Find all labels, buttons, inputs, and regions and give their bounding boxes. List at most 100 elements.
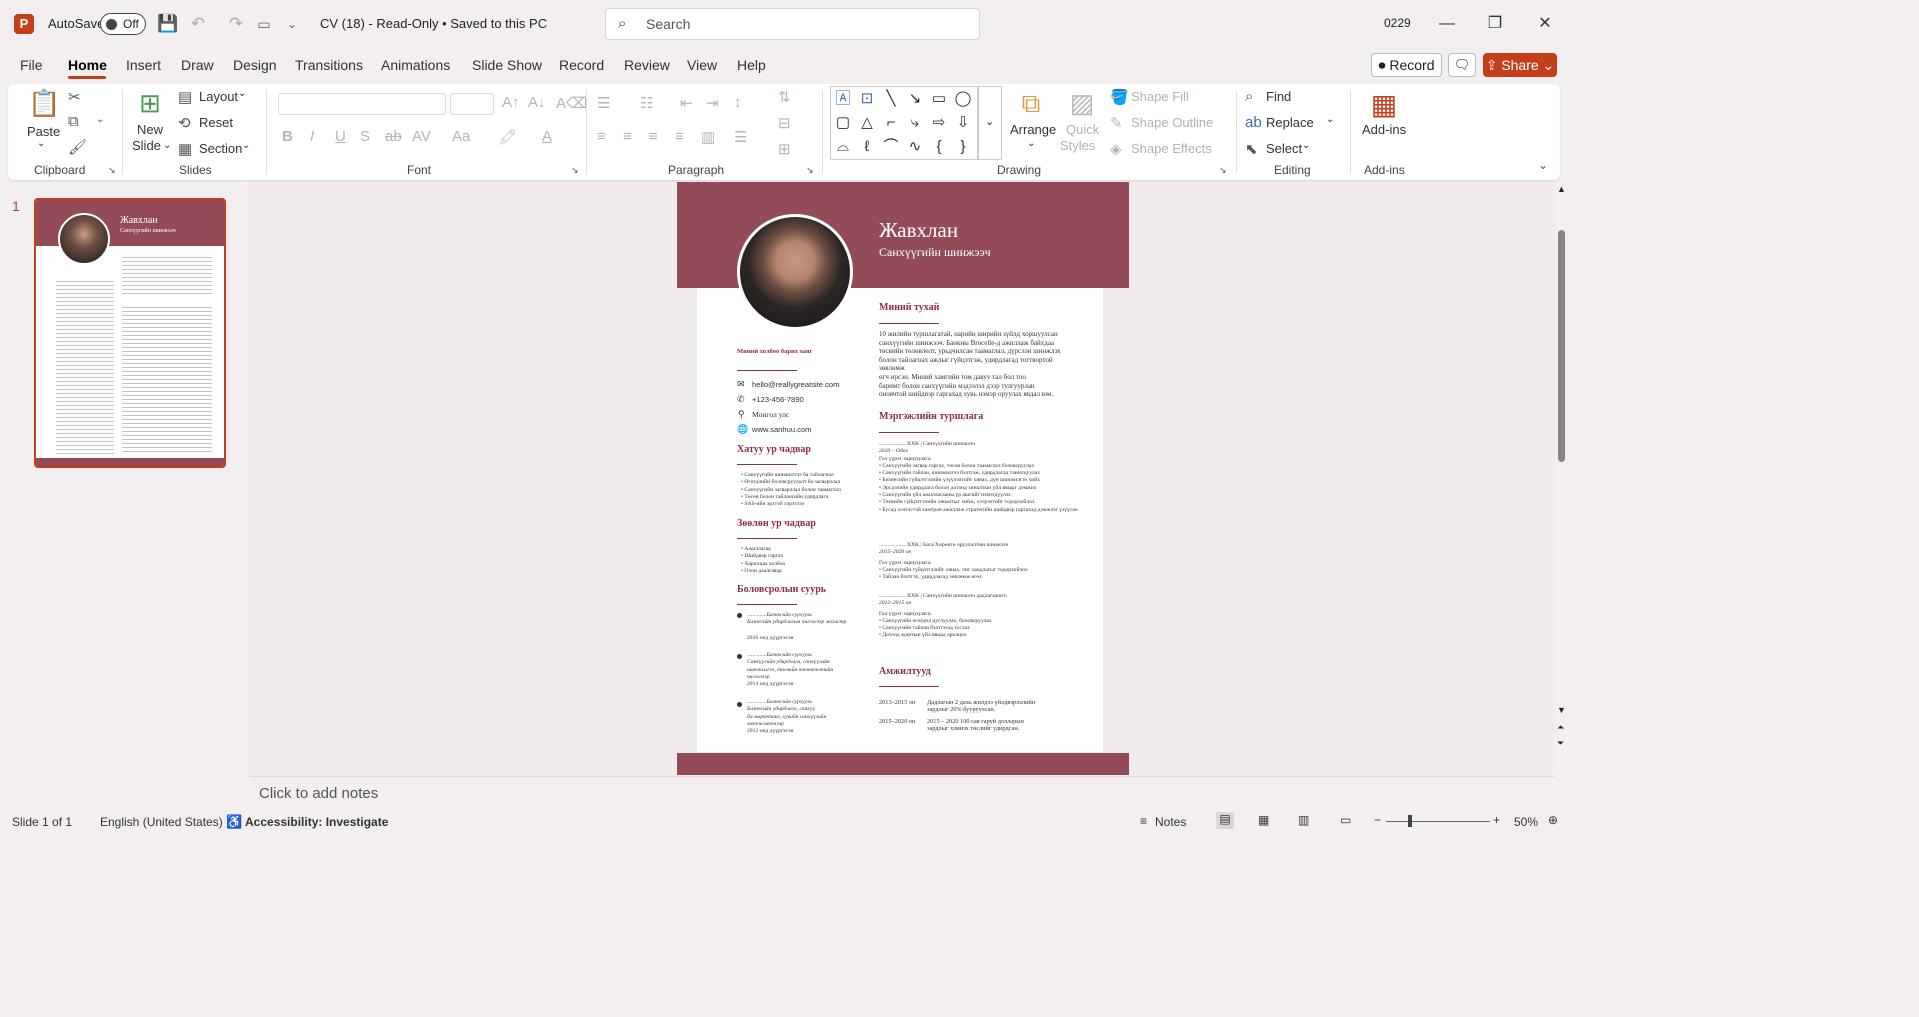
zoom-level[interactable]: 50% (1514, 815, 1538, 829)
change-case-icon[interactable]: Aa (452, 128, 470, 145)
bullets-icon[interactable]: ☰ (597, 94, 610, 112)
shapes-gallery[interactable]: 🄰 ⊡ ╲ ↘ ▭ ◯ ▢ △ ⌐ ⤷ ⇨ ⇩ ⌓ ℓ ⌒ ∿ { } (830, 86, 978, 160)
paste-icon[interactable]: 📋 (28, 88, 60, 122)
tab-review[interactable]: Review (624, 57, 670, 73)
vertical-text-box-icon[interactable]: ⊡ (857, 89, 877, 109)
layout-button[interactable]: Layout (199, 89, 238, 104)
replace-icon[interactable]: ab (1245, 114, 1262, 131)
slide-thumbnail-1[interactable]: Жавхлан Санхүүгийн шинжээч (34, 198, 226, 468)
reading-view-icon[interactable]: ▥ (1298, 813, 1309, 827)
tab-design[interactable]: Design (233, 57, 277, 73)
select-button[interactable]: Select (1266, 141, 1302, 156)
experience-item-1[interactable]: ....................XXK | Санхүүгийн шин… (879, 441, 1089, 514)
align-center-icon[interactable]: ≡ (623, 128, 632, 145)
format-painter-icon[interactable]: 🖌 (68, 138, 87, 156)
redo-icon[interactable]: ↷ (224, 12, 248, 36)
align-text-icon[interactable]: ⊟ (778, 114, 791, 132)
contact-phone[interactable]: +123-456-7890 (752, 395, 804, 404)
about-heading[interactable]: Миний тухай (879, 302, 939, 313)
undo-icon[interactable]: ↶ (186, 12, 210, 36)
soft-skills-heading[interactable]: Зөөлөн ур чадвар (737, 518, 816, 529)
collapse-ribbon-icon[interactable]: ⌄ (1538, 158, 1548, 172)
quick-styles-label-2[interactable]: Styles (1060, 138, 1095, 153)
numbering-icon[interactable]: ☷ (640, 94, 653, 112)
language-indicator[interactable]: English (United States) (100, 815, 223, 829)
reset-icon[interactable]: ⟲ (178, 114, 191, 132)
accessibility-status[interactable]: Accessibility: Investigate (245, 815, 388, 829)
shape-effects-button[interactable]: Shape Effects (1131, 141, 1212, 156)
search-box[interactable]: ⌕ Search (605, 8, 980, 40)
italic-icon[interactable]: I (310, 128, 314, 145)
contact-location[interactable]: Монгол улс (752, 410, 789, 419)
columns-icon[interactable]: ▥ (701, 128, 715, 146)
scrollbar-thumb[interactable] (1558, 230, 1565, 462)
replace-button[interactable]: Replace (1266, 115, 1314, 130)
section-chevron-icon[interactable]: ⌄ (242, 140, 250, 151)
find-button[interactable]: Find (1266, 89, 1291, 104)
tab-record[interactable]: Record (559, 57, 604, 73)
contact-website[interactable]: www.sanhuu.com (752, 425, 812, 434)
justify-icon[interactable]: ≡ (675, 128, 684, 145)
experience-item-3[interactable]: ....................XXK | Санхүүгийн шин… (879, 593, 1089, 640)
accessibility-icon[interactable]: ♿ (226, 814, 242, 830)
present-icon[interactable]: ▭ (252, 12, 276, 36)
font-color-icon[interactable]: A (542, 128, 552, 145)
education-item-2[interactable]: ..............Бизнесийн сургууль Санхүүг… (747, 652, 872, 688)
scribble-icon[interactable]: ℓ (857, 137, 877, 157)
increase-indent-icon[interactable]: ⇥ (706, 94, 719, 112)
tab-insert[interactable]: Insert (126, 57, 161, 73)
quick-styles-button[interactable]: Quick (1066, 122, 1099, 137)
about-text[interactable]: 10 жилийн туршлагатай, нарийн ширийн зүй… (879, 330, 1079, 399)
tab-view[interactable]: View (687, 57, 717, 73)
reset-button[interactable]: Reset (199, 115, 233, 130)
section-icon[interactable]: ▦ (178, 140, 192, 158)
underline-icon[interactable]: U (335, 128, 346, 145)
soft-skills-list[interactable]: • Ажиллагаа • Шийдвэр гаргах • Харилцаа хо… (741, 546, 871, 575)
arrow-line-icon[interactable]: ↘ (905, 89, 925, 109)
font-size-combo[interactable] (450, 93, 494, 115)
arc-icon[interactable]: ⌒ (881, 137, 901, 157)
copy-chevron-icon[interactable]: ⌄ (96, 114, 104, 125)
right-brace-icon[interactable]: } (953, 137, 973, 157)
clear-formatting-icon[interactable]: A⌫ (556, 94, 587, 112)
smartart-icon[interactable]: ⊞ (778, 140, 791, 158)
notes-placeholder[interactable]: Click to add notes (259, 785, 378, 802)
education-item-3[interactable]: ..............Бизнесийн сургууль Бизнеси… (747, 699, 872, 735)
new-slide-chevron-icon[interactable]: ⌄ (163, 140, 171, 151)
elbow-connector-icon[interactable]: ⌐ (881, 113, 901, 133)
tab-file[interactable]: File (20, 57, 43, 73)
align-right-icon[interactable]: ≡ (649, 128, 658, 145)
layout-icon[interactable]: ▤ (178, 88, 192, 106)
customize-toolbar-chevron-icon[interactable]: ⌄ (280, 12, 304, 36)
tab-slide-show[interactable]: Slide Show (472, 57, 542, 73)
cv-name[interactable]: Жавхлан (879, 218, 958, 243)
previous-slide-icon[interactable]: ⏶ (1557, 722, 1564, 733)
left-brace-icon[interactable]: { (929, 137, 949, 157)
paragraph-launcher-icon[interactable]: ↘ (806, 165, 814, 176)
drawing-launcher-icon[interactable]: ↘ (1219, 165, 1227, 176)
triangle-icon[interactable]: △ (857, 113, 877, 133)
convert-list-icon[interactable]: ☰ (734, 128, 747, 146)
section-button[interactable]: Section (199, 141, 242, 156)
close-icon[interactable]: ✕ (1530, 12, 1560, 36)
rounded-rectangle-icon[interactable]: ▢ (833, 113, 853, 133)
shape-outline-icon[interactable]: ✎ (1110, 114, 1123, 132)
scroll-up-icon[interactable]: ▲ (1557, 184, 1566, 194)
strikethrough-icon[interactable]: ab (385, 128, 402, 145)
share-button[interactable]: ⇪ Share ⌄ (1483, 53, 1557, 77)
increase-font-icon[interactable]: A↑ (502, 94, 520, 111)
minimize-icon[interactable]: — (1432, 12, 1462, 36)
awards-heading[interactable]: Амжилтууд (879, 666, 931, 677)
education-item-1[interactable]: ..............Бизнесийн сургууль Бизнеси… (747, 612, 872, 642)
paste-chevron-icon[interactable]: ⌄ (37, 138, 45, 149)
replace-chevron-icon[interactable]: ⌄ (1326, 114, 1334, 125)
zoom-in-icon[interactable]: + (1493, 813, 1500, 827)
paste-button[interactable]: Paste (27, 124, 60, 139)
decrease-font-icon[interactable]: A↓ (528, 94, 546, 111)
freeform-icon[interactable]: ⌓ (833, 137, 853, 157)
new-slide-button[interactable]: New (137, 122, 163, 137)
normal-view-icon[interactable]: ▤ (1216, 812, 1234, 829)
character-spacing-icon[interactable]: AV (412, 128, 431, 145)
shapes-gallery-more[interactable]: ⌄ (978, 86, 1002, 160)
zoom-slider-track[interactable] (1386, 821, 1490, 822)
